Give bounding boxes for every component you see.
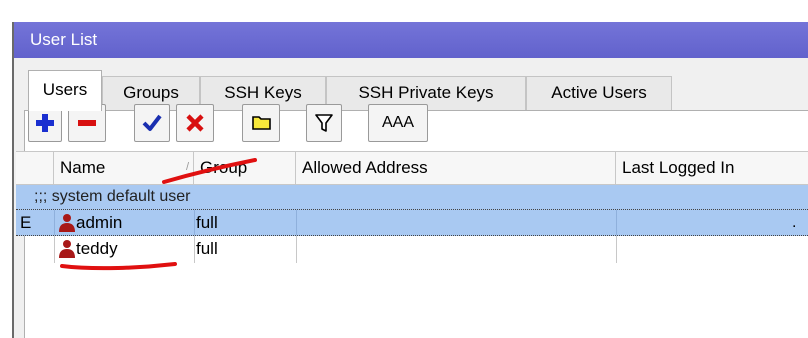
minus-icon (78, 120, 96, 126)
column-header-name[interactable]: Name / (54, 152, 194, 184)
cell-divider (54, 236, 55, 263)
filter-button[interactable] (306, 104, 342, 142)
cell-divider (194, 210, 195, 235)
cell-divider (194, 236, 195, 263)
row-group: full (196, 239, 218, 258)
user-icon (59, 240, 75, 258)
column-header-flags[interactable] (16, 152, 54, 184)
filter-icon (315, 114, 333, 132)
cell-divider (616, 210, 617, 235)
table-row[interactable]: teddy full (16, 236, 808, 263)
disable-button[interactable] (176, 104, 214, 142)
row-flag: E (20, 213, 32, 232)
column-header-allowed-address[interactable]: Allowed Address (296, 152, 616, 184)
tab-users[interactable]: Users (28, 70, 102, 111)
cell-divider (296, 236, 297, 263)
column-header-name-label: Name (60, 158, 106, 177)
comment-icon (252, 116, 271, 130)
column-header-group[interactable]: Group (194, 152, 296, 184)
cell-divider (616, 236, 617, 263)
cell-divider (296, 210, 297, 235)
truncated-value: . (792, 214, 797, 231)
row-name: teddy (76, 239, 118, 258)
window-title: User List (30, 30, 98, 49)
row-name: admin (76, 213, 123, 232)
window-titlebar[interactable]: User List (14, 22, 808, 58)
column-header-last-logged-in[interactable]: Last Logged In (616, 152, 808, 184)
aaa-button-label: AAA (381, 114, 414, 131)
cropped-caption (0, 0, 808, 22)
aaa-button[interactable]: AAA (368, 104, 428, 142)
tab-active-users[interactable]: Active Users (526, 76, 672, 110)
sort-icon: / (186, 161, 190, 173)
user-icon (59, 214, 75, 232)
comment-button[interactable] (242, 104, 280, 142)
caption-text (292, 0, 297, 11)
cell-divider (54, 210, 55, 235)
plus-icon (36, 114, 54, 132)
table-row[interactable]: E admin full . (16, 209, 808, 236)
row-group: full (196, 213, 218, 232)
check-icon (142, 114, 162, 131)
x-icon (186, 114, 204, 132)
table-header: Name / Group Allowed Address Last Logged… (16, 151, 808, 185)
comment-row[interactable]: ;;; system default user (16, 185, 808, 209)
enable-button[interactable] (134, 104, 170, 142)
